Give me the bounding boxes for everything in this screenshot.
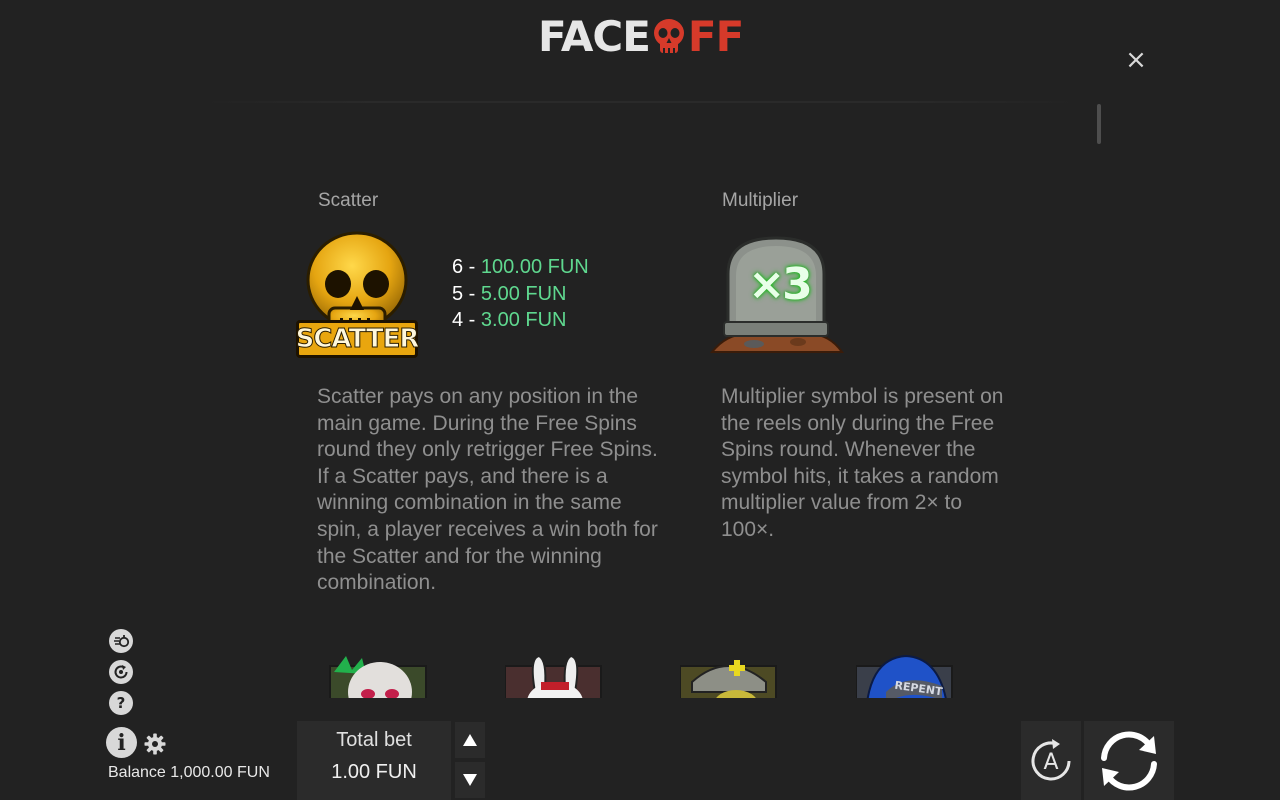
description-line: If a Scatter pays, and there is a	[317, 464, 608, 488]
divider	[200, 101, 1080, 103]
total-bet-panel: Total bet 1.00 FUN	[297, 721, 451, 800]
payout-count: 5 -	[452, 282, 476, 305]
total-bet-value: 1.00 FUN	[331, 761, 417, 783]
rabbit-symbol	[505, 652, 605, 698]
description-line: combination.	[317, 571, 437, 595]
close-button[interactable]: ×	[1122, 46, 1150, 74]
skull-logo-icon	[653, 19, 684, 53]
scatter-banner: SCATTER	[295, 320, 420, 358]
scrollbar-thumb[interactable]	[1097, 104, 1101, 144]
description-line: winning combination in the same	[317, 491, 622, 515]
scatter-title: Scatter	[318, 190, 379, 211]
scatter-paytable: 6 - 100.00 FUN 5 - 5.00 FUN 4 - 3.00 FUN	[452, 254, 589, 334]
autoplay-button[interactable]: A	[1021, 721, 1081, 800]
joker-symbol	[328, 652, 428, 698]
history-icon[interactable]	[109, 660, 133, 684]
total-bet-label: Total bet	[336, 729, 412, 751]
faceoff-logo: FACE FF	[538, 14, 744, 60]
multiplier-symbol: ×3	[708, 234, 844, 358]
scatter-description: Scatter pays on any position in the main…	[317, 384, 658, 597]
help-icon[interactable]: ?	[109, 691, 133, 715]
payout-value: 5.00 FUN	[480, 282, 567, 305]
multiplier-value-label: ×3	[748, 258, 812, 310]
payout-count: 6 -	[452, 256, 476, 278]
description-line: Spins round. Whenever the	[721, 438, 976, 462]
description-line: spin, a player receives a win both for	[317, 517, 658, 541]
description-line: symbol hits, it takes a random	[721, 464, 999, 488]
turbo-icon[interactable]	[109, 629, 133, 653]
spin-refresh-icon	[1101, 731, 1157, 790]
payout-row: 4 - 3.00 FUN	[452, 307, 589, 334]
autoplay-letter: A	[1043, 750, 1058, 775]
multiplier-description: Multiplier symbol is present on the reel…	[721, 384, 1003, 544]
description-line: round they only retrigger Free Spins.	[317, 438, 658, 462]
info-button[interactable]: i	[106, 727, 137, 758]
spin-button[interactable]	[1084, 721, 1174, 800]
bet-increase-button[interactable]	[455, 722, 485, 758]
nurse-symbol	[680, 652, 780, 698]
description-line: Multiplier symbol is present on	[721, 385, 1004, 408]
settings-gear-icon[interactable]	[144, 733, 166, 755]
multiplier-title: Multiplier	[722, 190, 799, 211]
description-line: Scatter pays on any position in the	[317, 385, 639, 408]
payout-value: 3.00 FUN	[480, 309, 567, 331]
bet-decrease-button[interactable]	[455, 762, 485, 798]
description-line: multiplier value from 2× to	[721, 491, 963, 515]
description-line: main game. During the Free Spins	[317, 411, 637, 435]
payout-count: 4 -	[452, 309, 476, 331]
logo-text-face: FACE	[538, 12, 651, 61]
payout-value: 100.00 FUN	[480, 256, 589, 278]
payout-row: 6 - 100.00 FUN	[452, 254, 589, 281]
description-line: 100×.	[721, 517, 775, 541]
arrow-up-icon	[463, 734, 477, 746]
logo-text-off: FF	[687, 12, 744, 61]
repent-symbol: REPENT	[856, 652, 956, 698]
arrow-down-icon	[463, 774, 477, 786]
autoplay-icon: A	[1031, 738, 1071, 780]
paytable-screen: FACE FF × Scatter SCATTER 6 - 100.00 FUN…	[0, 0, 1280, 800]
description-line: the reels only during the Free	[721, 411, 995, 435]
payout-row: 5 - 5.00 FUN	[452, 281, 589, 308]
balance-display: Balance 1,000.00 FUN	[108, 764, 270, 781]
description-line: the Scatter and for the winning	[317, 544, 602, 568]
